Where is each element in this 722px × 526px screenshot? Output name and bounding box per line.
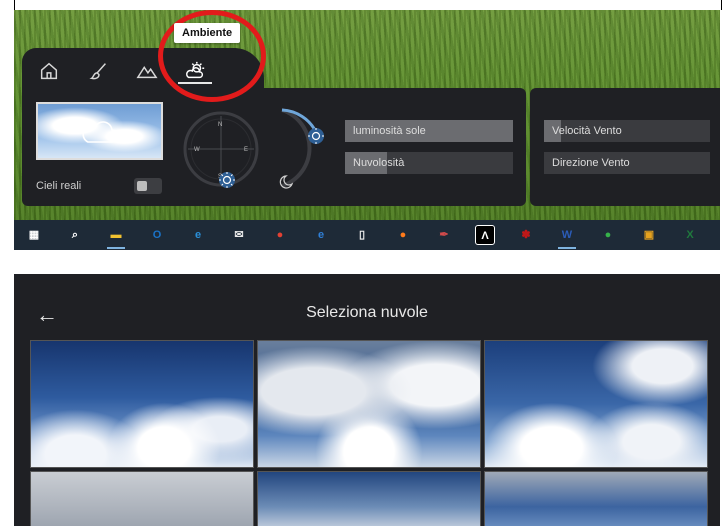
wind-speed-slider[interactable]: Velocità Vento: [544, 120, 710, 142]
sky-option-6[interactable]: [484, 471, 708, 526]
wind-direction-slider[interactable]: Direzione Vento: [544, 152, 710, 174]
sun-elevation-arc[interactable]: [276, 106, 336, 190]
select-clouds-shot: ← Seleziona nuvole: [14, 274, 720, 526]
brush-icon: [89, 63, 106, 80]
puzzle-app-icon[interactable]: ✽: [516, 225, 536, 245]
lambda-app-icon[interactable]: Λ: [475, 225, 495, 245]
search-icon[interactable]: ⌕: [65, 225, 85, 245]
file-explorer-icon[interactable]: ▬: [106, 225, 126, 245]
tab-paint[interactable]: [86, 60, 112, 86]
mail-icon[interactable]: ✉: [229, 225, 249, 245]
cloudiness-label: Nuvolosità: [353, 157, 405, 169]
sky-option-3[interactable]: [484, 340, 708, 468]
taskbar-active-indicator: [107, 247, 125, 249]
tab-tooltip: Ambiente: [174, 23, 241, 43]
crop-mark-left: [14, 0, 15, 10]
environment-panel-shot: Ambiente Cieli reali N W E S: [14, 10, 720, 250]
tab-terrain[interactable]: [134, 60, 160, 86]
wind-speed-label: Velocità Vento: [552, 125, 622, 137]
screenshot-frame: Ambiente Cieli reali N W E S: [0, 0, 722, 526]
excel-icon[interactable]: X: [680, 225, 700, 245]
paint-icon[interactable]: ✒: [434, 225, 454, 245]
word-icon[interactable]: W: [557, 225, 577, 245]
wind-panel: [530, 88, 720, 206]
sun-elevation-handle[interactable]: [308, 128, 324, 144]
sun-brightness-slider[interactable]: luminosità sole: [345, 120, 513, 142]
notepad-icon[interactable]: ▯: [352, 225, 372, 245]
cloudiness-slider[interactable]: Nuvolosità: [345, 152, 513, 174]
sky-option-5[interactable]: [257, 471, 481, 526]
sky-option-2[interactable]: [257, 340, 481, 468]
chrome-icon[interactable]: ●: [270, 225, 290, 245]
tab-home[interactable]: [36, 60, 62, 86]
windows-start-icon[interactable]: ▦: [24, 225, 44, 245]
sun-compass[interactable]: N W E S: [182, 110, 260, 188]
sun-position-handle[interactable]: [219, 172, 235, 188]
outlook-icon[interactable]: O: [147, 225, 167, 245]
compass-w: W: [194, 147, 200, 153]
mountain-icon: [136, 65, 158, 79]
sky-option-1[interactable]: [30, 340, 254, 468]
edge-icon[interactable]: e: [188, 225, 208, 245]
sky-option-4[interactable]: [30, 471, 254, 526]
green-app-icon[interactable]: ●: [598, 225, 618, 245]
real-skies-toggle[interactable]: [134, 178, 162, 194]
compass-n: N: [218, 122, 222, 128]
home-icon: [40, 62, 58, 80]
toggle-knob: [137, 181, 147, 191]
internet-explorer-icon[interactable]: e: [311, 225, 331, 245]
real-skies-label: Cieli reali: [36, 180, 82, 192]
taskbar-active-indicator: [558, 247, 576, 249]
sky-preview[interactable]: [36, 102, 163, 160]
page-title: Seleziona nuvole: [306, 304, 428, 321]
store-icon[interactable]: ▣: [639, 225, 659, 245]
cloud-icon: [82, 121, 119, 143]
firefox-icon[interactable]: ●: [393, 225, 413, 245]
windows-taskbar: ▦ ⌕ ▬ Oe ✉ ● e ▯ ● ✒ Λ ✽ W ● ▣ X: [14, 220, 720, 250]
wind-direction-label: Direzione Vento: [552, 157, 630, 169]
sun-brightness-label: luminosità sole: [353, 125, 426, 137]
compass-e: E: [244, 147, 248, 153]
